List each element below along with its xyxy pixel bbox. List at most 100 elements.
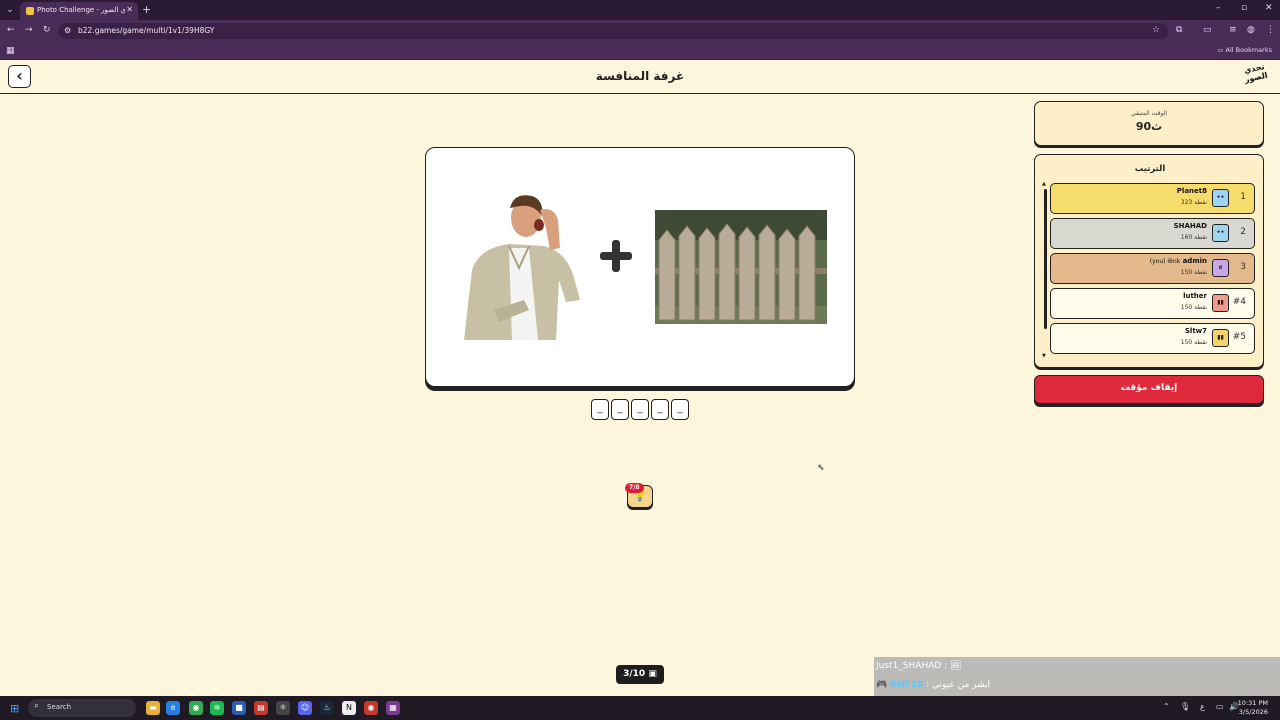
window-close-icon[interactable]: ✕ [1265, 3, 1273, 13]
browser-tab-bar: ⌄ Photo Challenge - تحدي الصور ✕ + – ▫ ✕ [0, 0, 1280, 20]
search-placeholder: Search [47, 703, 72, 711]
clock[interactable]: 10:31 PM 3/5/2026 [1238, 699, 1268, 717]
player-rank: #5 [1232, 332, 1246, 342]
profile-icon[interactable]: ◍ [1247, 25, 1255, 35]
tray-chevron-icon[interactable]: ⌃ [1163, 702, 1170, 711]
reload-icon[interactable]: ↻ [43, 25, 51, 35]
url-text[interactable]: b22.games/game/multi/1v1/39H8GY [78, 26, 214, 35]
search-icon: ⌕ [34, 701, 40, 711]
mic-icon[interactable]: 🎙 [1180, 702, 1190, 711]
notion-icon[interactable]: N [342, 701, 356, 715]
player-name-text: Planet8 [1176, 187, 1207, 195]
shouting-man-image [464, 195, 580, 340]
site-info-icon[interactable]: ⚙ [64, 26, 71, 35]
minimize-icon[interactable]: – [1216, 3, 1221, 13]
scroll-up-icon[interactable]: ▲ [1042, 181, 1046, 187]
discord-icon[interactable]: ☺ [298, 701, 312, 715]
avatar: •• [1212, 189, 1229, 207]
maximize-icon[interactable]: ▫ [1241, 3, 1247, 13]
tab-list-icon[interactable]: ⌄ [4, 4, 16, 16]
player-rank: #4 [1232, 297, 1246, 307]
ranking-panel: الترتيب ▲ ▼ Planet8 323 نقطة •• 1 SHAHAD… [1034, 154, 1264, 368]
player-name: (you) i6nk admin [1146, 257, 1207, 265]
chat-message: : ابشر من عيوني [926, 680, 991, 690]
favicon-icon [26, 7, 34, 15]
all-bookmarks[interactable]: ▭ All Bookmarks [1217, 46, 1272, 54]
chrome-alt-icon[interactable]: ◉ [364, 701, 378, 715]
you-tag: (you) i6nk [1149, 258, 1181, 265]
avatar: 🖼 [950, 661, 962, 671]
pause-timer-button[interactable]: إيقاف مؤقت [1034, 375, 1264, 404]
all-bookmarks-label: All Bookmarks [1225, 46, 1272, 54]
scroll-down-icon[interactable]: ▼ [1042, 353, 1046, 359]
taskbar: ⊞ ⌕ Search ▬ e ◉ ≋ ■ ▤ ⚛ ☺ ♨ N ◉ ▦ ⌃ 🎙 ع… [0, 696, 1280, 720]
round-label: 3/10 [623, 669, 646, 679]
wooden-fence-image [655, 210, 827, 324]
mouse-cursor-icon: ⬉ [817, 463, 825, 473]
puzzle-card [425, 147, 855, 387]
more-icon[interactable]: ⋮ [1266, 25, 1275, 35]
back-icon[interactable]: ← [7, 25, 15, 35]
answer-slot[interactable]: _ [591, 399, 609, 420]
avatar: •• [1212, 224, 1229, 242]
new-tab-icon[interactable]: + [142, 3, 151, 16]
player-rank: 2 [1240, 227, 1246, 237]
hint-count-badge: 7/8 [625, 483, 644, 493]
forward-icon[interactable]: → [25, 25, 33, 35]
player-score: 150 نقطة [1180, 304, 1207, 311]
bookmark-star-icon[interactable]: ☆ [1152, 25, 1160, 35]
omnibox[interactable]: ⚙ b22.games/game/multi/1v1/39H8GY ☆ [58, 23, 1168, 39]
windows-start-icon[interactable]: ⊞ [10, 702, 19, 715]
chat-line: 🎮 RHF19 : ابشر من عيوني [876, 677, 990, 694]
ranking-scrollbar[interactable]: ▲ ▼ [1042, 181, 1047, 359]
timer-panel: الوقت المتبقي 90ث [1034, 101, 1264, 146]
store-icon[interactable]: ■ [232, 701, 246, 715]
player-name-text: luther [1183, 292, 1207, 300]
ranking-title: الترتيب [1134, 164, 1166, 174]
game-app-icon[interactable]: ▦ [386, 701, 400, 715]
app-icon[interactable]: ▤ [254, 701, 268, 715]
avatar: ▮▮ [1212, 294, 1229, 312]
bookmarks-bar: ▦ ▭ All Bookmarks [0, 42, 1280, 60]
extensions-icon[interactable]: ⧉ [1176, 25, 1182, 35]
spotify-icon[interactable]: ≋ [210, 701, 224, 715]
answer-slot[interactable]: _ [611, 399, 629, 420]
answer-slot[interactable]: _ [671, 399, 689, 420]
network-icon[interactable]: ▭ [1216, 702, 1224, 711]
player-rank: 3 [1240, 262, 1246, 272]
chat-username: RHF19 [890, 680, 924, 690]
player-score: 150 نقطة [1180, 269, 1207, 276]
player-name: Planet8 [1173, 187, 1207, 195]
avatar: ▮▮ [1212, 329, 1229, 347]
chrome-icon[interactable]: ◉ [189, 701, 203, 715]
logo[interactable]: تحدي الصور [1240, 61, 1273, 92]
media-icon[interactable]: ▭ [1203, 25, 1212, 35]
image-icon: ▣ [648, 669, 657, 679]
chat-line-1: Just1_SHAHAD : [876, 661, 948, 671]
browser-tab[interactable]: Photo Challenge - تحدي الصور ✕ [20, 2, 138, 20]
taskbar-search[interactable]: ⌕ Search [28, 699, 136, 717]
player-name: SHAHAD [1170, 222, 1207, 230]
steam-icon[interactable]: ♨ [320, 701, 334, 715]
chat-line: Just1_SHAHAD : 🖼 [876, 658, 962, 675]
player-name-text: SHAHAD [1173, 222, 1207, 230]
scroll-thumb[interactable] [1044, 189, 1047, 329]
player-score: 150 نقطة [1180, 339, 1207, 346]
player-row: Planet8 323 نقطة •• 1 [1050, 183, 1255, 214]
answer-slot[interactable]: _ [651, 399, 669, 420]
clock-date: 3/5/2026 [1238, 708, 1268, 716]
tab-title: Photo Challenge - تحدي الصور [37, 6, 125, 14]
language-icon[interactable]: ع [1200, 702, 1205, 711]
edge-icon[interactable]: e [166, 701, 180, 715]
player-name-text: admin [1182, 257, 1207, 265]
player-row: SHAHAD 160 نقطة •• 2 [1050, 218, 1255, 249]
avatar: ಠ [1212, 259, 1229, 277]
menu-lines-icon[interactable]: ≡ [1229, 25, 1237, 35]
react-icon[interactable]: ⚛ [276, 701, 290, 715]
answer-slot[interactable]: _ [631, 399, 649, 420]
file-explorer-icon[interactable]: ▬ [146, 701, 160, 715]
apps-icon[interactable]: ▦ [6, 46, 15, 56]
plus-icon [600, 240, 632, 272]
player-row: Sltw7 150 نقطة ▮▮ #5 [1050, 323, 1255, 354]
close-tab-icon[interactable]: ✕ [126, 5, 133, 14]
